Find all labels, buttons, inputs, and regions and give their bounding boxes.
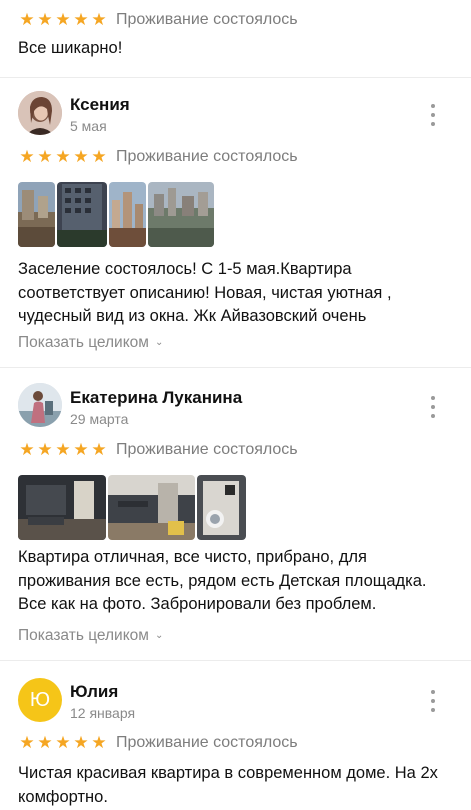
rating-stars: ★ ★ ★ ★ ★ Проживание состоялось — [18, 733, 298, 752]
star-icon: ★ — [91, 733, 107, 752]
review-text-line: Квартира отличная, все чисто, прибрано, … — [18, 548, 367, 566]
star-icon: ★ — [55, 10, 71, 29]
show-more-label: Показать целиком — [18, 627, 149, 644]
review-date: 5 мая — [70, 118, 107, 134]
review-date: 12 января — [70, 705, 136, 721]
star-icon: ★ — [19, 440, 35, 459]
user-photo-icon — [18, 91, 62, 135]
review-text-line: Все как на фото. Забронировали без пробл… — [18, 595, 377, 613]
star-icon: ★ — [37, 440, 53, 459]
avatar[interactable] — [18, 91, 62, 135]
review-text: Квартира отличная, все чисто, прибрано, … — [18, 546, 458, 617]
review-text-line: Чистая красивая квартира в современном д… — [18, 764, 438, 782]
photo-gallery — [18, 475, 248, 540]
divider — [0, 77, 471, 78]
star-icon: ★ — [73, 147, 89, 166]
rating-stars: ★ ★ ★ ★ ★ Проживание состоялось — [18, 147, 298, 166]
review-photo[interactable] — [18, 475, 106, 540]
star-icon: ★ — [37, 10, 53, 29]
more-options-icon[interactable] — [428, 396, 438, 418]
star-icon: ★ — [19, 733, 35, 752]
review-text-line: проживания все есть, рядом есть Детская … — [18, 571, 427, 590]
star-icon: ★ — [91, 147, 107, 166]
review-text-line: Заселение состоялось! С 1-5 мая.Квартира — [18, 260, 352, 278]
stay-status: Проживание состоялось — [116, 11, 298, 28]
star-icon: ★ — [55, 440, 71, 459]
star-icon: ★ — [19, 147, 35, 166]
review-photo[interactable] — [109, 182, 146, 247]
review-photo[interactable] — [197, 475, 246, 540]
review-text-line: соответствует описанию! Новая, чистая ую… — [18, 283, 392, 302]
star-icon: ★ — [19, 10, 35, 29]
star-icon: ★ — [55, 733, 71, 752]
rating-stars: ★ ★ ★ ★ ★ Проживание состоялось — [18, 10, 298, 29]
review-photo[interactable] — [57, 182, 107, 247]
review-photo[interactable] — [18, 182, 55, 247]
review-text: Чистая красивая квартира в современном д… — [18, 762, 458, 809]
avatar[interactable]: Ю — [18, 678, 62, 722]
more-options-icon[interactable] — [428, 690, 438, 712]
chevron-down-icon: ⌄ — [154, 337, 164, 348]
divider — [0, 660, 471, 661]
review-text-line: чудесный вид из окна. Жк Айвазовский оче… — [18, 307, 367, 325]
show-more-label: Показать целиком — [18, 334, 149, 351]
photo-gallery — [18, 182, 216, 247]
review-photo[interactable] — [148, 182, 214, 247]
user-photo-icon — [18, 383, 62, 427]
show-more-link[interactable]: Показать целиком ⌄ — [18, 627, 163, 645]
author-name[interactable]: Юлия — [70, 682, 118, 702]
avatar-letter: Ю — [29, 688, 51, 711]
review-text-line: комфортно. — [18, 787, 108, 806]
author-name[interactable]: Екатерина Луканина — [70, 388, 242, 408]
review-date: 29 марта — [70, 411, 129, 427]
review-photo[interactable] — [108, 475, 195, 540]
star-icon: ★ — [91, 10, 107, 29]
more-options-icon[interactable] — [428, 104, 438, 126]
divider — [0, 367, 471, 368]
author-name[interactable]: Ксения — [70, 95, 130, 115]
chevron-down-icon: ⌄ — [154, 630, 164, 641]
star-icon: ★ — [37, 147, 53, 166]
star-icon: ★ — [73, 10, 89, 29]
star-icon: ★ — [55, 147, 71, 166]
stay-status: Проживание состоялось — [116, 734, 298, 751]
review-text: Все шикарно! — [18, 39, 123, 57]
stay-status: Проживание состоялось — [116, 148, 298, 165]
review-text: Заселение состоялось! С 1-5 мая.Квартира… — [18, 258, 458, 329]
star-icon: ★ — [91, 440, 107, 459]
star-icon: ★ — [73, 440, 89, 459]
show-more-link[interactable]: Показать целиком ⌄ — [18, 334, 163, 352]
rating-stars: ★ ★ ★ ★ ★ Проживание состоялось — [18, 440, 298, 459]
star-icon: ★ — [73, 733, 89, 752]
star-icon: ★ — [37, 733, 53, 752]
stay-status: Проживание состоялось — [116, 441, 298, 458]
avatar[interactable] — [18, 383, 62, 427]
